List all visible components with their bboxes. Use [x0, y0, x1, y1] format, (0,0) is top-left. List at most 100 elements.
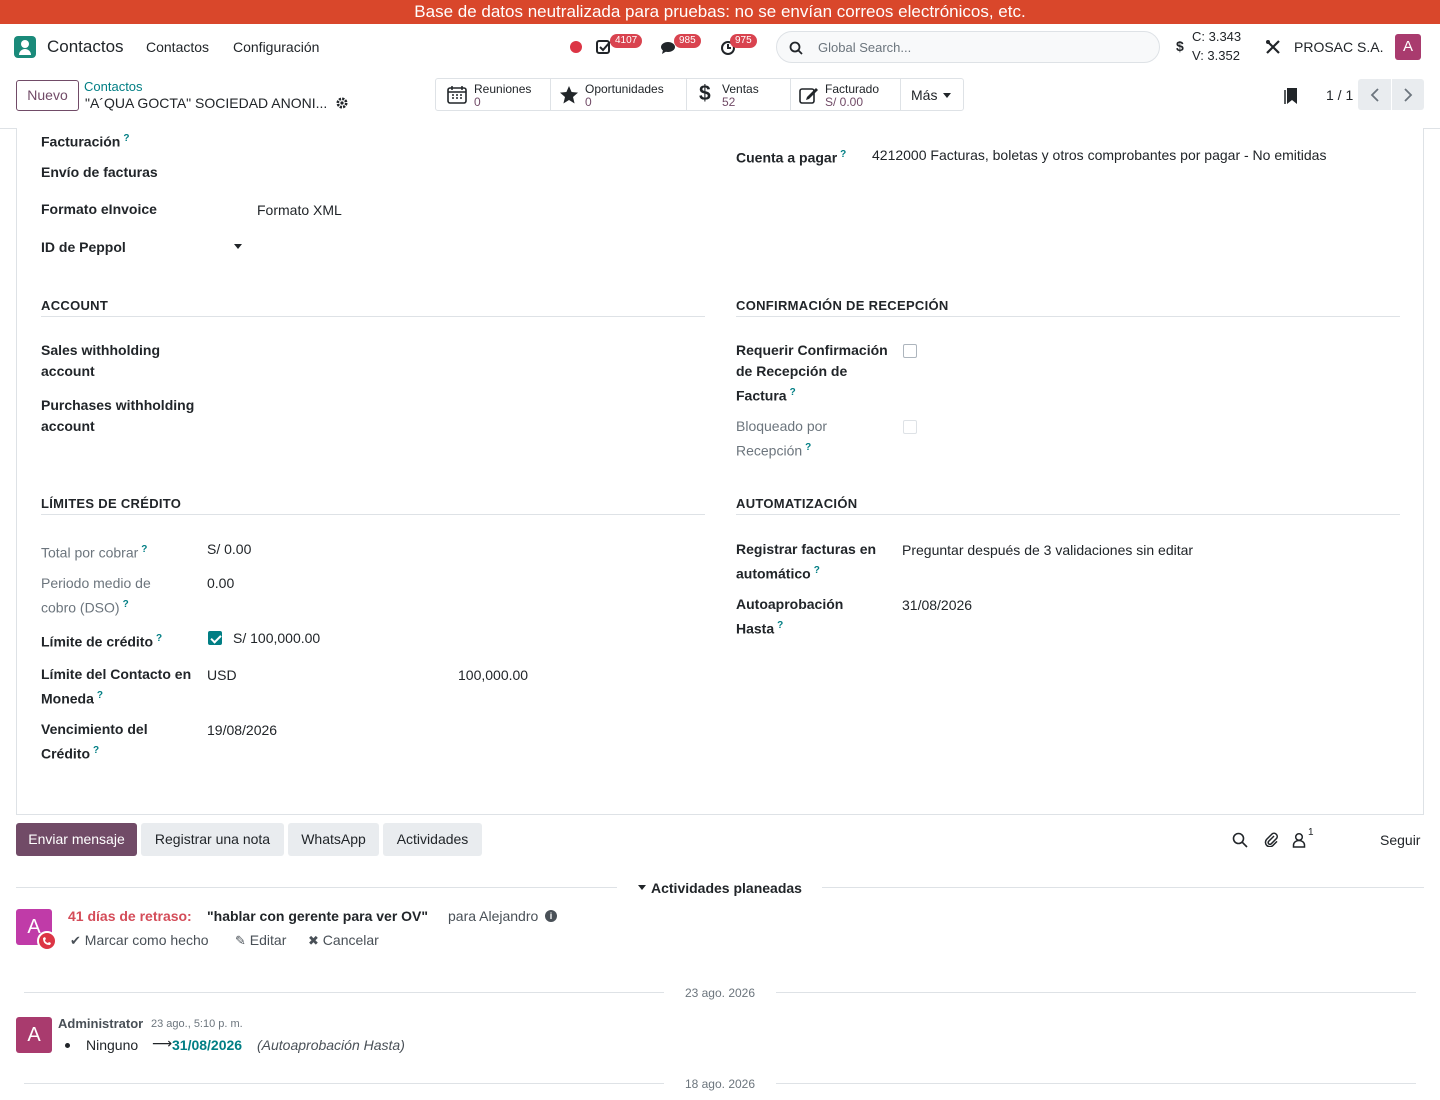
divider: [16, 887, 617, 888]
global-search-input[interactable]: Global Search...: [776, 31, 1160, 63]
dollar-icon: $: [699, 82, 711, 105]
dso-label: Periodo medio de cobro (DSO)?: [41, 575, 151, 616]
smart-buttons: Reuniones 0 Oportunidades 0 $ Ventas 52 …: [435, 78, 964, 111]
phone-icon: [37, 931, 57, 951]
timer-count-badge: 975: [730, 34, 757, 48]
edit-icon: [799, 88, 818, 104]
search-icon[interactable]: [1232, 832, 1248, 848]
pager-next-button[interactable]: [1392, 79, 1424, 110]
log-note-button[interactable]: Registrar una nota: [141, 823, 284, 856]
app-title[interactable]: Contactos: [47, 37, 124, 57]
help-icon: ?: [122, 599, 129, 610]
section-divider: [736, 514, 1400, 515]
bookmark-icon[interactable]: [1284, 87, 1298, 105]
user-avatar[interactable]: A: [1395, 34, 1421, 60]
messages-count-badge: 985: [674, 34, 701, 48]
tracking-old-value: Ninguno: [86, 1037, 139, 1053]
messages-systray[interactable]: 985: [660, 34, 701, 58]
tools-icon[interactable]: [1265, 39, 1281, 55]
more-label: Más: [911, 87, 938, 103]
total-cobrar-label: Total por cobrar?: [41, 544, 148, 561]
followers-button[interactable]: 1: [1290, 826, 1320, 848]
paperclip-icon[interactable]: [1263, 831, 1279, 847]
edit-activity-button[interactable]: ✎ Editar: [235, 932, 286, 949]
calendar-icon: [447, 86, 467, 104]
cancel-activity-button[interactable]: ✖ Cancelar: [308, 932, 379, 949]
whatsapp-button[interactable]: WhatsApp: [288, 823, 379, 856]
recording-dot-icon[interactable]: [570, 41, 582, 53]
menu-contactos[interactable]: Contactos: [146, 39, 209, 55]
chevron-right-icon: [1404, 88, 1413, 102]
follow-button[interactable]: Seguir: [1380, 832, 1420, 848]
limite-credito-label: Límite de crédito?: [41, 633, 163, 650]
section-divider: [41, 316, 705, 317]
exchange-rate-c: C: 3.343: [1192, 29, 1242, 44]
chevron-left-icon: [1370, 88, 1379, 102]
bloqueado-recepcion-checkbox: [903, 420, 917, 434]
record-title: "A´QUA GOCTA" SOCIEDAD ANONI...: [85, 95, 328, 111]
limite-moneda-label: Límite del Contacto en Moneda?: [41, 666, 192, 707]
caret-down-icon[interactable]: [234, 244, 242, 249]
cuenta-pagar-field[interactable]: 4212000 Facturas, boletas y otros compro…: [872, 145, 1326, 166]
smart-button-ventas[interactable]: $ Ventas 52: [687, 79, 791, 110]
user-icon: [1292, 832, 1306, 848]
timer-systray[interactable]: 975: [720, 34, 757, 58]
message-datetime: 23 ago., 5:10 p. m.: [151, 1018, 243, 1030]
new-button[interactable]: Nuevo: [16, 80, 79, 111]
help-icon: ?: [93, 745, 100, 756]
activity-assignee: para Alejandro: [448, 908, 539, 924]
breadcrumb-contactos[interactable]: Contactos: [84, 79, 143, 94]
section-divider: [736, 316, 1400, 317]
menu-configuracion[interactable]: Configuración: [233, 39, 319, 55]
peppol-id-label: ID de Peppol: [41, 239, 126, 255]
activities-systray[interactable]: 4107: [596, 34, 643, 58]
tracking-new-value: 31/08/2026: [172, 1037, 243, 1053]
requerir-confirmacion-checkbox[interactable]: [903, 344, 917, 358]
smart-button-value: S/ 0.00: [825, 95, 864, 109]
limite-credito-checkbox[interactable]: [208, 631, 222, 645]
send-message-button[interactable]: Enviar mensaje: [16, 823, 137, 856]
activities-count-badge: 4107: [610, 34, 643, 48]
message-author-avatar[interactable]: A: [16, 1017, 52, 1053]
exchange-rate-icon[interactable]: $: [1176, 38, 1184, 54]
planned-activities-title: Actividades planeadas: [651, 880, 802, 896]
limite-moneda-amount-field[interactable]: 100,000.00: [458, 665, 528, 686]
info-icon[interactable]: i: [545, 910, 557, 922]
gear-icon[interactable]: [335, 96, 349, 110]
formato-einvoice-field[interactable]: Formato XML: [257, 200, 342, 221]
message-author[interactable]: Administrator: [58, 1016, 143, 1031]
dso-value: 0.00: [207, 575, 235, 591]
smart-button-facturado[interactable]: Facturado S/ 0.00: [791, 79, 901, 110]
mark-done-button[interactable]: ✔ Marcar como hecho: [70, 932, 209, 949]
requerir-confirmacion-label: Requerir Confirmación de Recepción de Fact…: [736, 342, 888, 404]
envio-facturas-label: Envío de facturas: [41, 164, 158, 180]
autoaprobacion-field[interactable]: 31/08/2026: [902, 595, 972, 616]
divider: [24, 992, 664, 993]
total-cobrar-value: S/ 0.00: [207, 541, 252, 557]
caret-down-icon: [638, 885, 646, 890]
pager-value[interactable]: 1 / 1: [1326, 87, 1353, 103]
sales-withholding-label: Sales withholding account: [41, 342, 161, 379]
pager-previous-button[interactable]: [1358, 79, 1391, 110]
section-divider: [41, 514, 705, 515]
limite-credito-field[interactable]: S/ 100,000.00: [233, 628, 320, 649]
more-smart-buttons[interactable]: Más: [901, 79, 963, 110]
smart-button-reuniones[interactable]: Reuniones 0: [436, 79, 551, 110]
search-icon: [789, 41, 803, 55]
activities-button[interactable]: Actividades: [383, 823, 482, 856]
top-navbar: Contactos Contactos Configuración 4107 9…: [0, 24, 1440, 70]
automatizacion-section-title: AUTOMATIZACIÓN: [736, 496, 858, 511]
date-separator: 18 ago. 2026: [684, 1077, 756, 1091]
neutralized-db-banner: Base de datos neutralizada para pruebas:…: [0, 0, 1440, 24]
date-separator: 23 ago. 2026: [684, 986, 756, 1000]
registrar-facturas-field[interactable]: Preguntar después de 3 validaciones sin …: [902, 540, 1193, 561]
followers-count: 1: [1308, 827, 1314, 838]
smart-button-label: Facturado: [825, 82, 880, 96]
limite-moneda-currency-field[interactable]: USD: [207, 665, 237, 686]
vencimiento-credito-field[interactable]: 19/08/2026: [207, 720, 277, 741]
contacts-app-icon[interactable]: [14, 36, 36, 58]
help-icon: ?: [789, 387, 796, 398]
smart-button-oportunidades[interactable]: Oportunidades 0: [551, 79, 687, 110]
vencimiento-credito-label: Vencimiento del Crédito?: [41, 721, 148, 762]
company-switcher[interactable]: PROSAC S.A.: [1294, 39, 1383, 55]
